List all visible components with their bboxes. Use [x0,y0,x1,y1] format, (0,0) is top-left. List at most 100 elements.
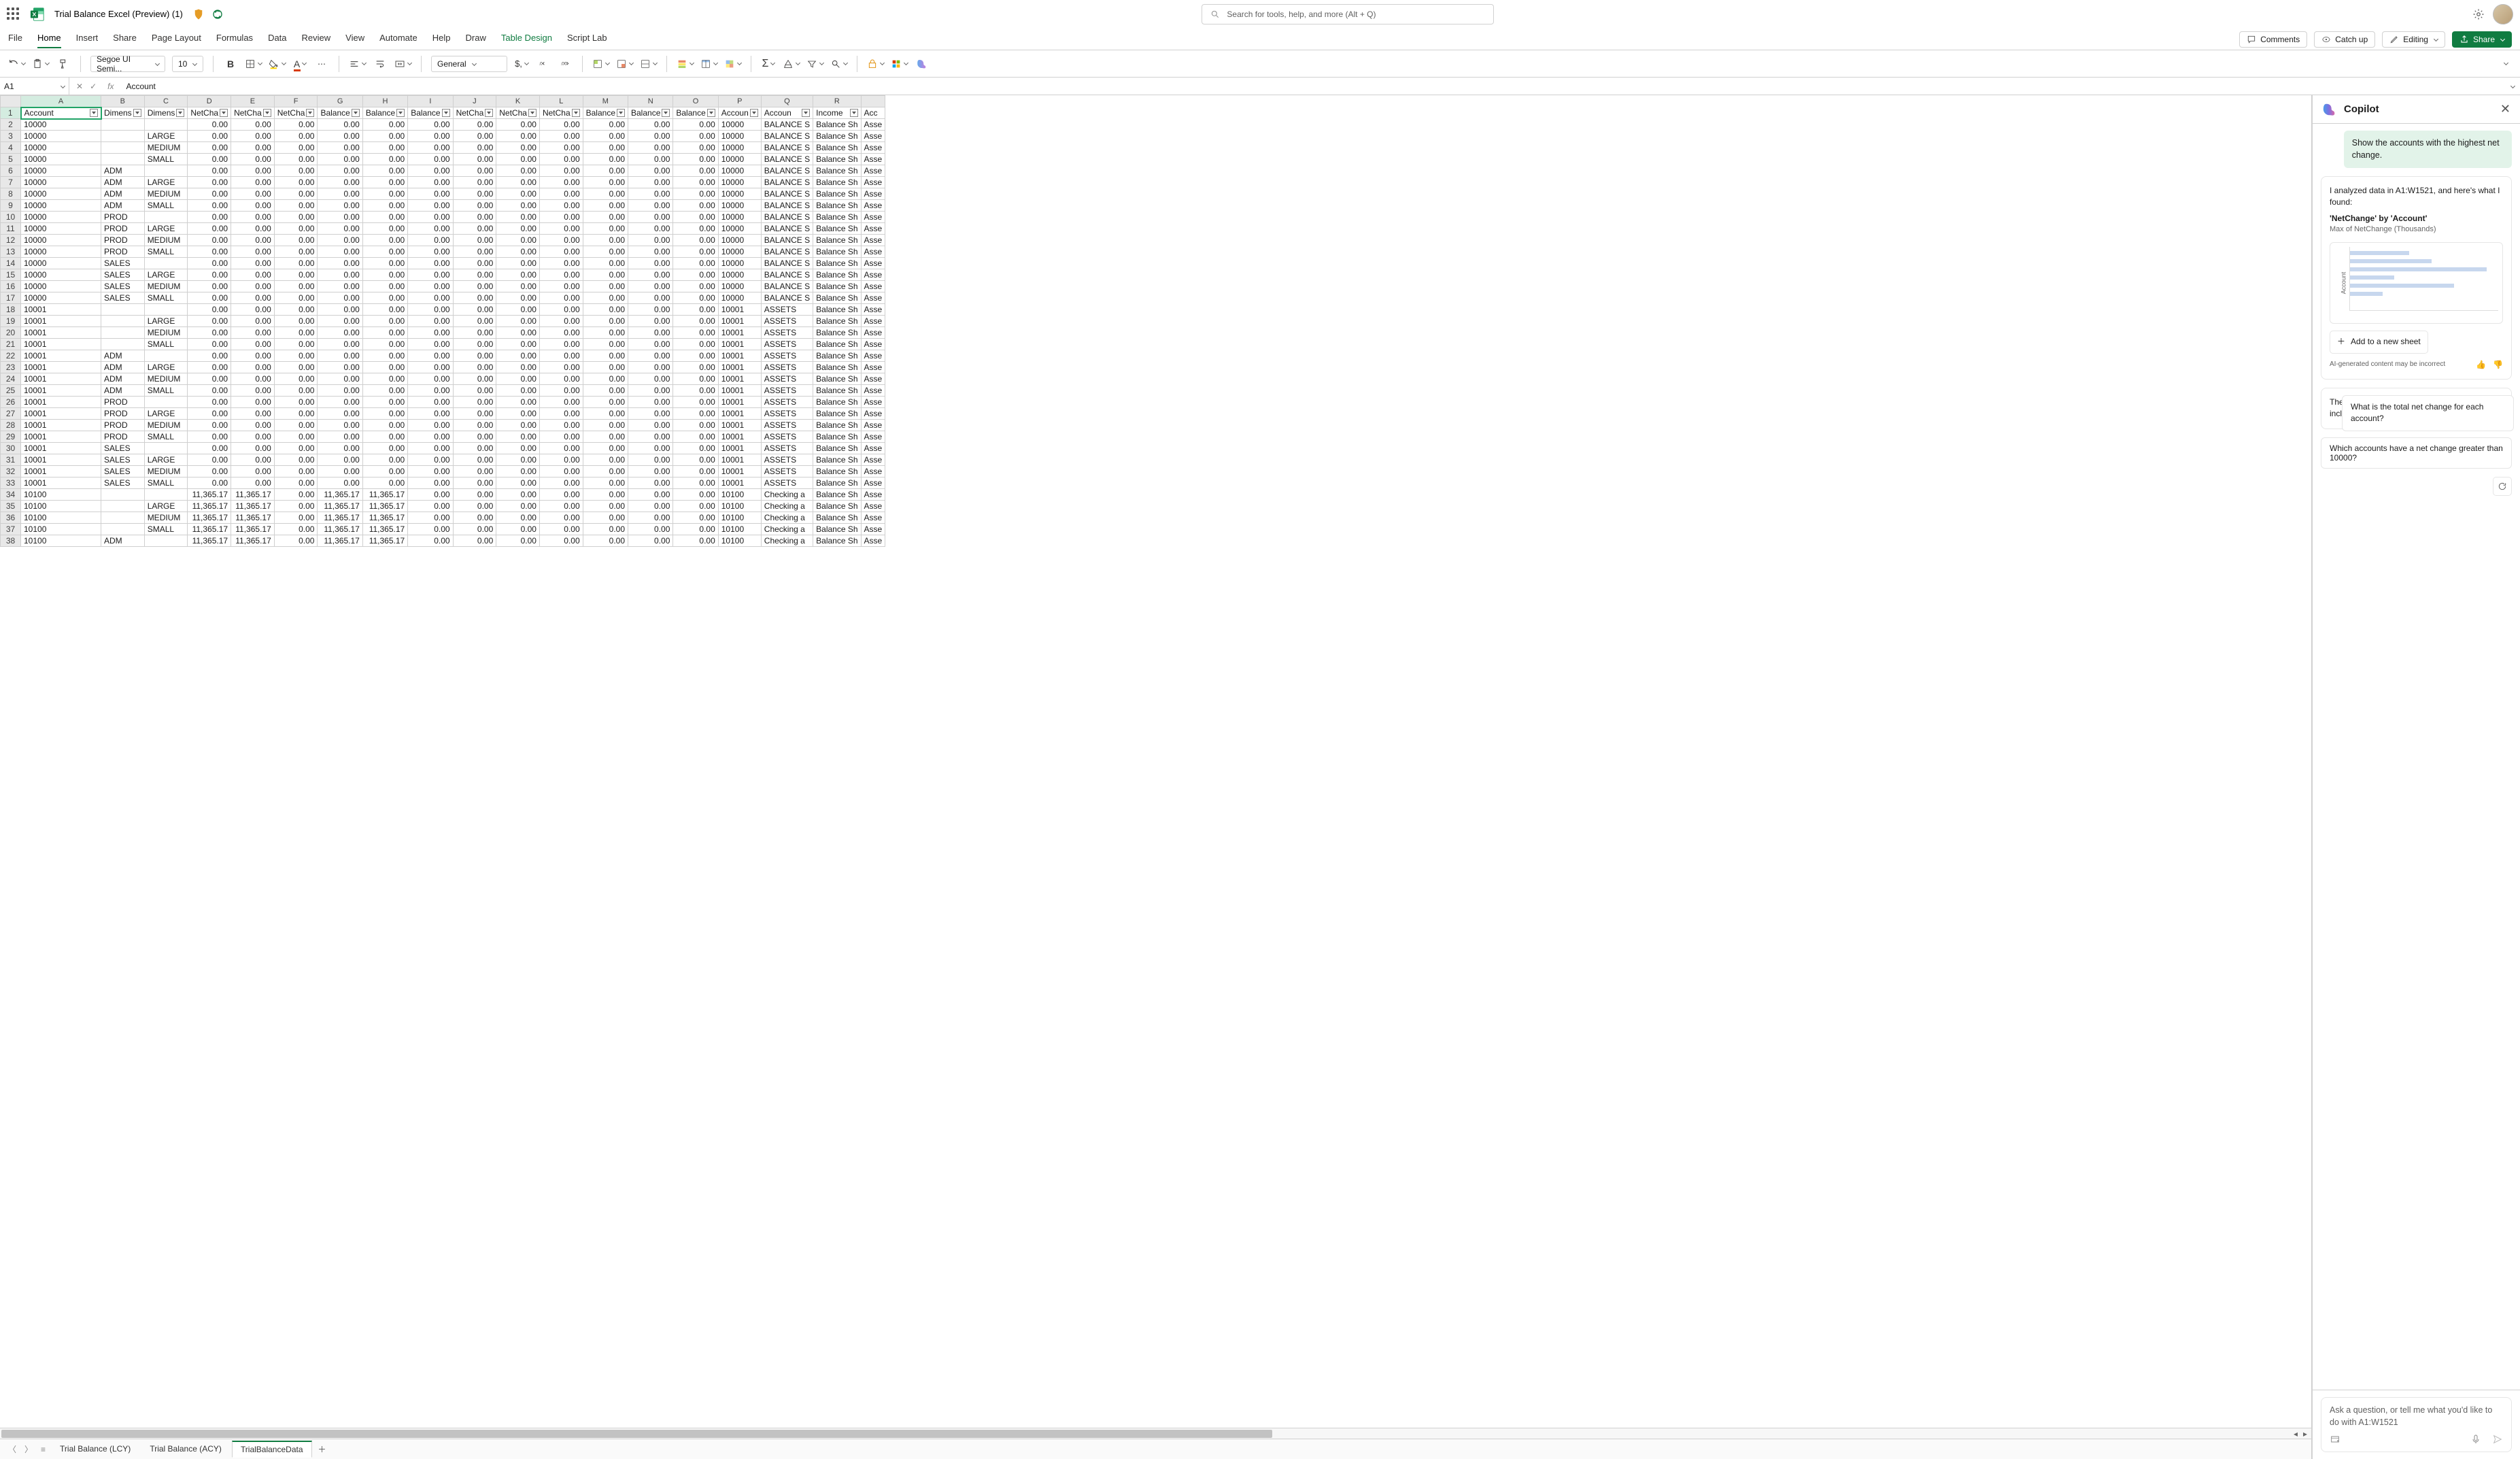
cell[interactable]: MEDIUM [144,373,188,385]
cell[interactable]: BALANCE S [761,212,813,223]
scroll-right-icon[interactable]: ▸ [2300,1430,2310,1438]
cell[interactable]: 0.00 [453,223,496,235]
cell[interactable]: 0.00 [453,385,496,397]
cell[interactable]: 0.00 [496,304,540,316]
ribbon-tab-home[interactable]: Home [37,30,61,48]
cell[interactable]: 0.00 [539,339,583,350]
cell[interactable]: Balance Sh [813,200,861,212]
cell[interactable]: Asse [861,373,885,385]
cell[interactable]: 11,365.17 [231,535,275,547]
cell[interactable]: 0.00 [274,131,318,142]
cell[interactable]: 0.00 [188,362,231,373]
format-cells-button[interactable] [640,56,657,72]
cell[interactable]: 0.00 [539,477,583,489]
column-header-F[interactable]: F [274,96,318,107]
cell[interactable]: 0.00 [274,235,318,246]
cell[interactable]: 0.00 [628,188,673,200]
cell[interactable]: 0.00 [583,397,628,408]
cell[interactable]: SMALL [144,200,188,212]
cell[interactable]: 0.00 [496,350,540,362]
column-header-J[interactable]: J [453,96,496,107]
cell[interactable]: 0.00 [583,119,628,131]
cell[interactable]: 0.00 [539,281,583,292]
cell[interactable]: 0.00 [231,362,275,373]
ribbon-tab-draw[interactable]: Draw [466,30,486,48]
cell[interactable]: 0.00 [231,246,275,258]
cell[interactable]: 0.00 [673,119,718,131]
cell[interactable]: 0.00 [362,223,407,235]
cell[interactable]: 0.00 [583,524,628,535]
cell[interactable]: 0.00 [362,269,407,281]
cell[interactable]: 0.00 [274,292,318,304]
cell[interactable]: ASSETS [761,443,813,454]
cell[interactable]: Asse [861,316,885,327]
cell[interactable]: 0.00 [362,154,407,165]
share-button[interactable]: Share [2452,31,2512,48]
cell[interactable]: 0.00 [188,269,231,281]
cell[interactable]: Asse [861,489,885,501]
row-header-9[interactable]: 9 [1,200,21,212]
cell[interactable]: 0.00 [318,212,362,223]
cell[interactable]: ASSETS [761,466,813,477]
cell[interactable]: 0.00 [539,154,583,165]
cell[interactable]: 0.00 [583,235,628,246]
cell[interactable]: 0.00 [539,373,583,385]
cell[interactable]: 0.00 [496,258,540,269]
cell[interactable]: BALANCE S [761,177,813,188]
formula-input[interactable]: Account [120,82,2509,91]
suggestion-chip-1[interactable]: What is the total net change for each ac… [2342,395,2514,431]
cell[interactable]: 0.00 [188,292,231,304]
cell[interactable]: 0.00 [628,316,673,327]
cell[interactable]: 10001 [21,466,101,477]
cell[interactable]: 0.00 [673,200,718,212]
column-header-M[interactable]: M [583,96,628,107]
cell[interactable]: 0.00 [453,362,496,373]
cell[interactable]: 0.00 [453,316,496,327]
column-header-E[interactable]: E [231,96,275,107]
cell[interactable]: 0.00 [362,246,407,258]
cell[interactable]: ADM [101,177,145,188]
cell[interactable]: LARGE [144,362,188,373]
cell[interactable]: 0.00 [583,154,628,165]
cell[interactable]: 10001 [21,316,101,327]
cell[interactable]: 0.00 [274,188,318,200]
cell[interactable]: 0.00 [408,373,453,385]
cell[interactable]: 0.00 [496,281,540,292]
cell[interactable]: 0.00 [408,269,453,281]
cell[interactable]: 0.00 [496,477,540,489]
cell[interactable]: 0.00 [673,362,718,373]
cell[interactable]: ASSETS [761,408,813,420]
cell[interactable]: 10001 [718,327,761,339]
cell[interactable] [101,327,145,339]
cell[interactable] [144,350,188,362]
cell[interactable]: 0.00 [539,304,583,316]
cell[interactable]: 0.00 [318,269,362,281]
cell[interactable] [101,142,145,154]
cell[interactable]: 0.00 [583,177,628,188]
cell[interactable]: SMALL [144,385,188,397]
cell[interactable]: 0.00 [539,524,583,535]
cell[interactable]: 0.00 [408,408,453,420]
cell[interactable]: BALANCE S [761,188,813,200]
cell[interactable]: 11,365.17 [188,501,231,512]
cell[interactable] [144,165,188,177]
cell[interactable]: 0.00 [408,397,453,408]
cell[interactable]: 0.00 [583,466,628,477]
cell[interactable]: 10001 [21,420,101,431]
column-header-R[interactable]: R [813,96,861,107]
column-header-Q[interactable]: Q [761,96,813,107]
filter-icon[interactable] [396,109,405,117]
cell[interactable]: 0.00 [583,258,628,269]
cell[interactable]: 0.00 [539,385,583,397]
cell[interactable]: 0.00 [362,119,407,131]
cell[interactable]: 0.00 [453,431,496,443]
cell[interactable]: SALES [101,292,145,304]
cell[interactable]: 0.00 [539,258,583,269]
column-header-K[interactable]: K [496,96,540,107]
row-header-33[interactable]: 33 [1,477,21,489]
cell[interactable]: 0.00 [628,501,673,512]
cell[interactable]: 0.00 [188,304,231,316]
font-size-select[interactable]: 10 [172,56,203,72]
cell[interactable]: Balance Sh [813,339,861,350]
ribbon-tab-formulas[interactable]: Formulas [216,30,253,48]
